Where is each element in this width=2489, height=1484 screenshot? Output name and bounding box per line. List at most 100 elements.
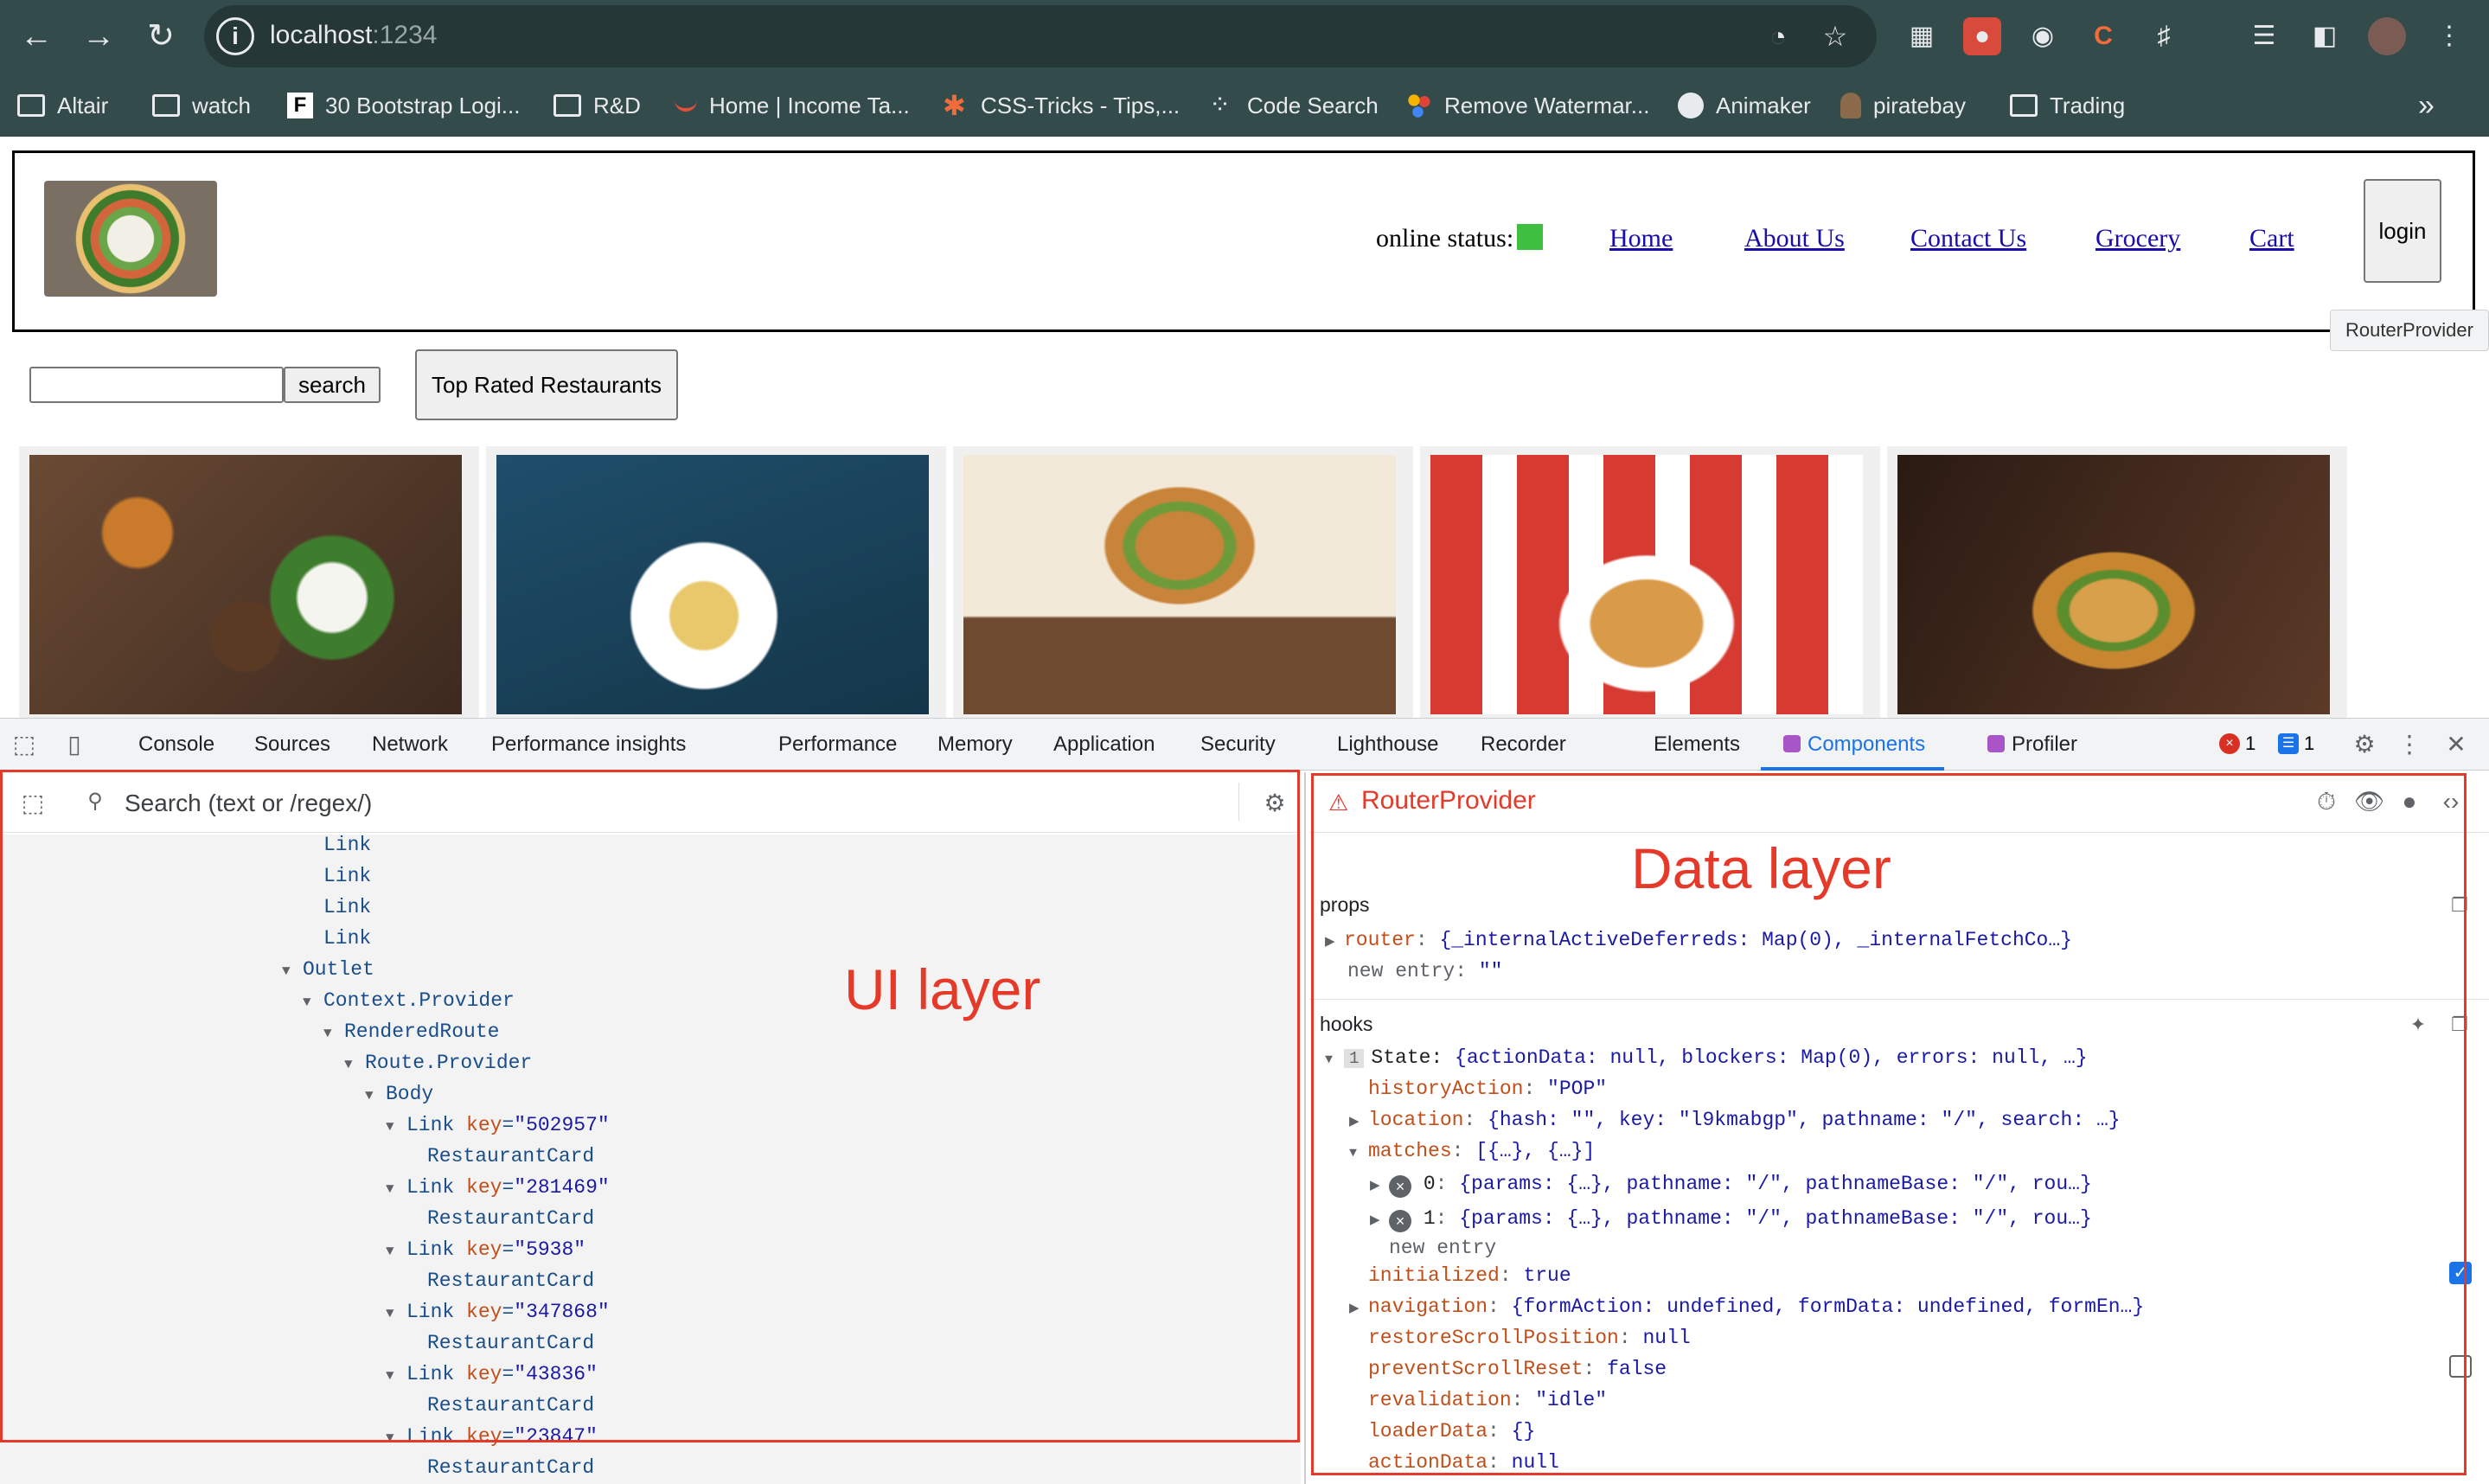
- url-port: :1234: [372, 21, 438, 49]
- message-count: 1: [2304, 732, 2315, 754]
- logo: [44, 181, 217, 297]
- web-page: online status: Home About Us Contact Us …: [0, 137, 2489, 718]
- address-bar[interactable]: i localhost:1234 ◔ ☆: [204, 5, 1877, 67]
- tab-recorder[interactable]: Recorder: [1481, 719, 1566, 771]
- tab-application[interactable]: Application: [1053, 719, 1155, 771]
- side-panel-icon[interactable]: ◧: [2306, 17, 2344, 55]
- extension-icon-2[interactable]: ●: [1963, 17, 2001, 55]
- bookmark-label: piratebay: [1873, 92, 1966, 118]
- tab-sources[interactable]: Sources: [254, 719, 330, 771]
- bookmark-income-tax[interactable]: Home | Income Ta...: [675, 86, 910, 125]
- online-status-label: online status:: [1376, 224, 1514, 253]
- restaurant-card[interactable]: [486, 446, 946, 718]
- extension-icon-4[interactable]: C: [2084, 17, 2122, 55]
- globe-icon: [1678, 93, 1704, 118]
- restaurant-card[interactable]: [19, 446, 479, 718]
- inspect-element-icon[interactable]: ⬚: [10, 731, 38, 758]
- tab-performance[interactable]: Performance: [778, 719, 897, 771]
- restaurant-image: [496, 455, 929, 714]
- bookmark-rnd[interactable]: R&D: [553, 86, 641, 125]
- top-rated-button[interactable]: Top Rated Restaurants: [415, 349, 678, 420]
- login-button[interactable]: login: [2364, 179, 2441, 283]
- asterisk-icon: ✱: [943, 90, 966, 121]
- bookmark-altair[interactable]: Altair: [17, 86, 108, 125]
- bookmarks-bar: Altair watch F 30 Bootstrap Logi... R&D H…: [0, 83, 2489, 128]
- site-info-icon[interactable]: i: [216, 17, 254, 55]
- restaurant-image: [963, 455, 1396, 714]
- pirate-ship-icon: [1840, 93, 1861, 118]
- tab-lighthouse[interactable]: Lighthouse: [1337, 719, 1438, 771]
- tab-components[interactable]: Components: [1761, 719, 1945, 771]
- tab-performance-insights[interactable]: Performance insights: [491, 719, 686, 771]
- tree-node[interactable]: RestaurantCard: [427, 1452, 594, 1483]
- bookmark-label: watch: [192, 92, 251, 118]
- component-tooltip: RouterProvider: [2330, 310, 2489, 351]
- url-host: localhost: [270, 21, 373, 49]
- nav-grocery[interactable]: Grocery: [2095, 224, 2180, 253]
- bookmark-bootstrap-login[interactable]: F 30 Bootstrap Logi...: [287, 86, 520, 125]
- devtools-settings-icon[interactable]: ⚙: [2351, 731, 2378, 758]
- code-search-icon: ⁘: [1209, 91, 1232, 119]
- nav-contact[interactable]: Contact Us: [1910, 224, 2026, 253]
- back-icon[interactable]: ←: [12, 12, 61, 61]
- bookmark-watch[interactable]: watch: [152, 86, 251, 125]
- performance-icon[interactable]: ◔: [1761, 19, 1795, 54]
- menu-kebab-icon[interactable]: ⋮: [2430, 17, 2468, 55]
- tab-profiler[interactable]: Profiler: [1965, 719, 2077, 771]
- devtools-close-icon[interactable]: ✕: [2442, 731, 2470, 758]
- nav-about[interactable]: About Us: [1744, 224, 1845, 253]
- tab-profiler-label: Profiler: [2012, 732, 2078, 756]
- forward-icon[interactable]: →: [74, 12, 123, 61]
- bookmark-piratebay[interactable]: piratebay: [1840, 86, 1966, 125]
- bookmark-label: CSS-Tricks - Tips,...: [981, 92, 1181, 118]
- ui-layer-box: [0, 770, 1300, 1442]
- message-count-badge[interactable]: ☰ 1: [2278, 732, 2314, 755]
- react-components-icon: [1783, 735, 1801, 752]
- restaurant-image: [1897, 455, 2330, 714]
- restaurant-image: [1430, 455, 1863, 714]
- tab-memory[interactable]: Memory: [937, 719, 1013, 771]
- bookmark-label: R&D: [593, 92, 641, 118]
- devtools-more-icon[interactable]: ⋮: [2396, 731, 2423, 758]
- tab-security[interactable]: Security: [1200, 719, 1276, 771]
- profile-avatar[interactable]: [2368, 17, 2406, 55]
- device-toolbar-icon[interactable]: ▯: [61, 731, 88, 758]
- nav-home[interactable]: Home: [1609, 224, 1673, 253]
- reload-icon[interactable]: ↻: [137, 12, 185, 61]
- bookmarks-overflow-icon[interactable]: »: [2418, 86, 2435, 125]
- income-tax-icon: [675, 99, 697, 112]
- message-icon: ☰: [2278, 733, 2299, 754]
- tab-network[interactable]: Network: [372, 719, 448, 771]
- search-button[interactable]: search: [284, 367, 381, 403]
- search-input[interactable]: [29, 367, 284, 403]
- bookmark-animaker[interactable]: Animaker: [1678, 86, 1811, 125]
- folder-icon: [553, 94, 581, 117]
- watermark-icon: [1406, 93, 1432, 118]
- bookmark-label: Altair: [57, 92, 109, 118]
- restaurant-card[interactable]: [953, 446, 1413, 718]
- nav-cart[interactable]: Cart: [2249, 224, 2294, 253]
- tab-elements[interactable]: Elements: [1654, 719, 1740, 771]
- pane-splitter[interactable]: [1304, 772, 1306, 1484]
- bookmark-remove-watermark[interactable]: Remove Watermar...: [1406, 86, 1649, 125]
- bookmark-star-icon[interactable]: ☆: [1818, 19, 1852, 54]
- bookmark-css-tricks[interactable]: ✱ CSS-Tricks - Tips,...: [943, 86, 1180, 125]
- tab-console[interactable]: Console: [138, 719, 214, 771]
- url-text[interactable]: localhost:1234: [270, 21, 437, 50]
- media-control-icon[interactable]: ☰: [2245, 17, 2283, 55]
- f-site-icon: F: [287, 93, 313, 118]
- restaurant-card[interactable]: [1887, 446, 2347, 718]
- bookmark-label: Trading: [2050, 92, 2126, 118]
- bookmark-label: Animaker: [1716, 92, 1811, 118]
- extensions-puzzle-icon[interactable]: ♯: [2145, 17, 2183, 55]
- bookmark-code-search[interactable]: ⁘ Code Search: [1209, 86, 1379, 125]
- folder-icon: [2010, 94, 2038, 117]
- bookmark-trading[interactable]: Trading: [2010, 86, 2125, 125]
- bookmark-label: Remove Watermar...: [1444, 92, 1650, 118]
- error-count-badge[interactable]: × 1: [2219, 732, 2255, 755]
- restaurant-card[interactable]: [1420, 446, 1880, 718]
- bookmark-label: 30 Bootstrap Logi...: [325, 92, 521, 118]
- restaurant-image: [29, 455, 462, 714]
- extension-icon-1[interactable]: ▦: [1903, 17, 1941, 55]
- extension-icon-3[interactable]: ◉: [2024, 17, 2062, 55]
